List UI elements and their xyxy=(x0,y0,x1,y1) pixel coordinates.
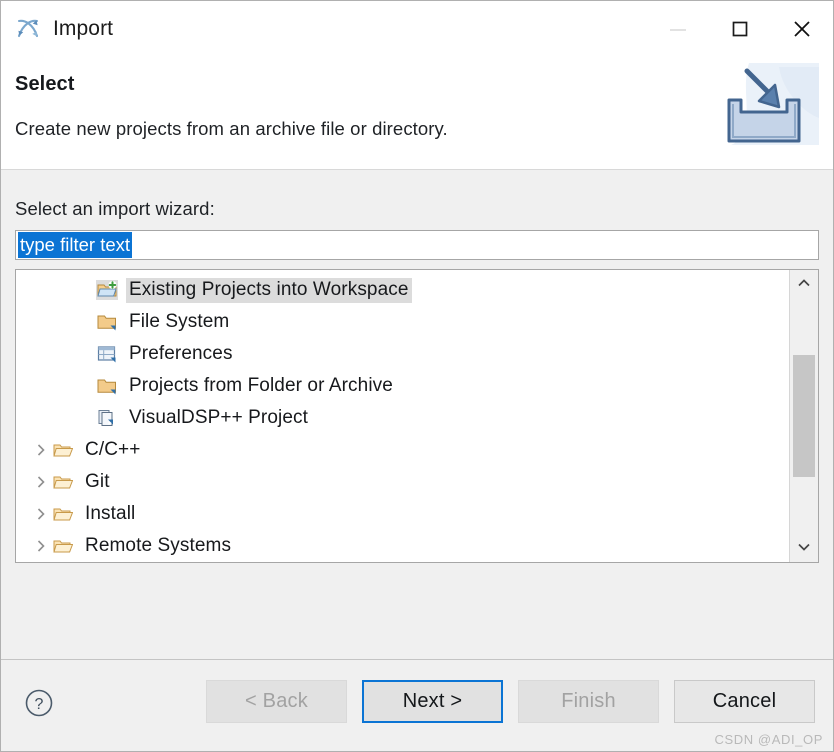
svg-text:?: ? xyxy=(35,696,44,713)
project-pages-icon xyxy=(96,408,118,428)
scroll-down-button[interactable] xyxy=(790,534,818,562)
scrollbar-thumb[interactable] xyxy=(793,354,815,478)
close-button[interactable] xyxy=(771,1,833,57)
help-question-icon: ? xyxy=(24,688,54,723)
import-wizard-dialog: Import Select Create new projects from a… xyxy=(0,0,834,752)
tree-item-label: Projects from Folder or Archive xyxy=(129,374,393,396)
dialog-footer: ? < Back Next > Finish Cancel CSDN @ADI_… xyxy=(1,659,833,751)
tree-item-preferences[interactable]: Preferences xyxy=(16,338,789,370)
title-bar: Import xyxy=(1,1,833,57)
chevron-right-icon[interactable] xyxy=(30,475,52,489)
tree-category-git[interactable]: Git xyxy=(16,466,789,498)
wizard-body: Select an import wizard: type filter tex… xyxy=(1,170,833,659)
tree-rows: Existing Projects into Workspace File Sy… xyxy=(16,270,789,562)
folder-icon xyxy=(96,376,118,396)
chevron-right-icon[interactable] xyxy=(30,507,52,521)
wizard-buttons: < Back Next > Finish Cancel xyxy=(206,680,815,723)
scroll-up-button[interactable] xyxy=(790,270,818,298)
window-controls xyxy=(647,1,833,57)
cancel-button[interactable]: Cancel xyxy=(674,680,815,723)
wizard-header: Select Create new projects from an archi… xyxy=(1,57,833,170)
back-button[interactable]: < Back xyxy=(206,680,347,723)
folder-open-icon xyxy=(52,504,74,524)
folder-open-icon xyxy=(52,440,74,460)
window-title: Import xyxy=(53,17,114,40)
minimize-icon xyxy=(667,22,689,36)
import-wizard-tree[interactable]: Existing Projects into Workspace File Sy… xyxy=(15,269,819,563)
filter-input-value: type filter text xyxy=(18,232,133,258)
tree-item-file-system[interactable]: File System xyxy=(16,306,789,338)
minimize-button[interactable] xyxy=(647,1,709,57)
filter-input[interactable]: type filter text xyxy=(15,230,819,260)
import-tray-icon xyxy=(709,63,819,158)
tree-category-remote-systems[interactable]: Remote Systems xyxy=(16,530,789,562)
tree-item-label: File System xyxy=(129,310,230,332)
import-arrows-icon xyxy=(15,16,41,42)
help-button[interactable]: ? xyxy=(23,688,55,723)
chevron-right-icon[interactable] xyxy=(30,539,52,553)
maximize-button[interactable] xyxy=(709,1,771,57)
folder-open-icon xyxy=(52,472,74,492)
folder-open-icon xyxy=(52,536,74,556)
tree-category-c-cpp[interactable]: C/C++ xyxy=(16,434,789,466)
chevron-down-icon xyxy=(797,539,811,557)
folder-add-icon xyxy=(96,280,118,300)
preferences-table-icon xyxy=(96,344,118,364)
tree-item-label: Existing Projects into Workspace xyxy=(126,277,412,303)
maximize-icon xyxy=(729,18,751,40)
tree-item-existing-projects-into-workspace[interactable]: Existing Projects into Workspace xyxy=(16,274,789,306)
tree-item-visualdsp-project[interactable]: VisualDSP++ Project xyxy=(16,402,789,434)
tree-category-label: C/C++ xyxy=(85,438,141,460)
scrollbar-track[interactable] xyxy=(790,298,818,534)
folder-icon xyxy=(96,312,118,332)
select-wizard-label: Select an import wizard: xyxy=(15,198,215,219)
chevron-up-icon xyxy=(797,275,811,293)
tree-vertical-scrollbar[interactable] xyxy=(789,270,818,562)
tree-category-label: Git xyxy=(85,470,110,492)
tree-item-label: Preferences xyxy=(129,342,233,364)
tree-item-label: VisualDSP++ Project xyxy=(129,406,308,428)
tree-category-label: Remote Systems xyxy=(85,534,232,556)
title-bar-left: Import xyxy=(1,16,113,42)
chevron-right-icon[interactable] xyxy=(30,443,52,457)
close-icon xyxy=(790,17,814,41)
tree-item-projects-from-folder-or-archive[interactable]: Projects from Folder or Archive xyxy=(16,370,789,402)
tree-category-install[interactable]: Install xyxy=(16,498,789,530)
tree-category-label: Install xyxy=(85,502,136,524)
next-button[interactable]: Next > xyxy=(362,680,503,723)
watermark: CSDN @ADI_OP xyxy=(714,732,823,747)
finish-button[interactable]: Finish xyxy=(518,680,659,723)
